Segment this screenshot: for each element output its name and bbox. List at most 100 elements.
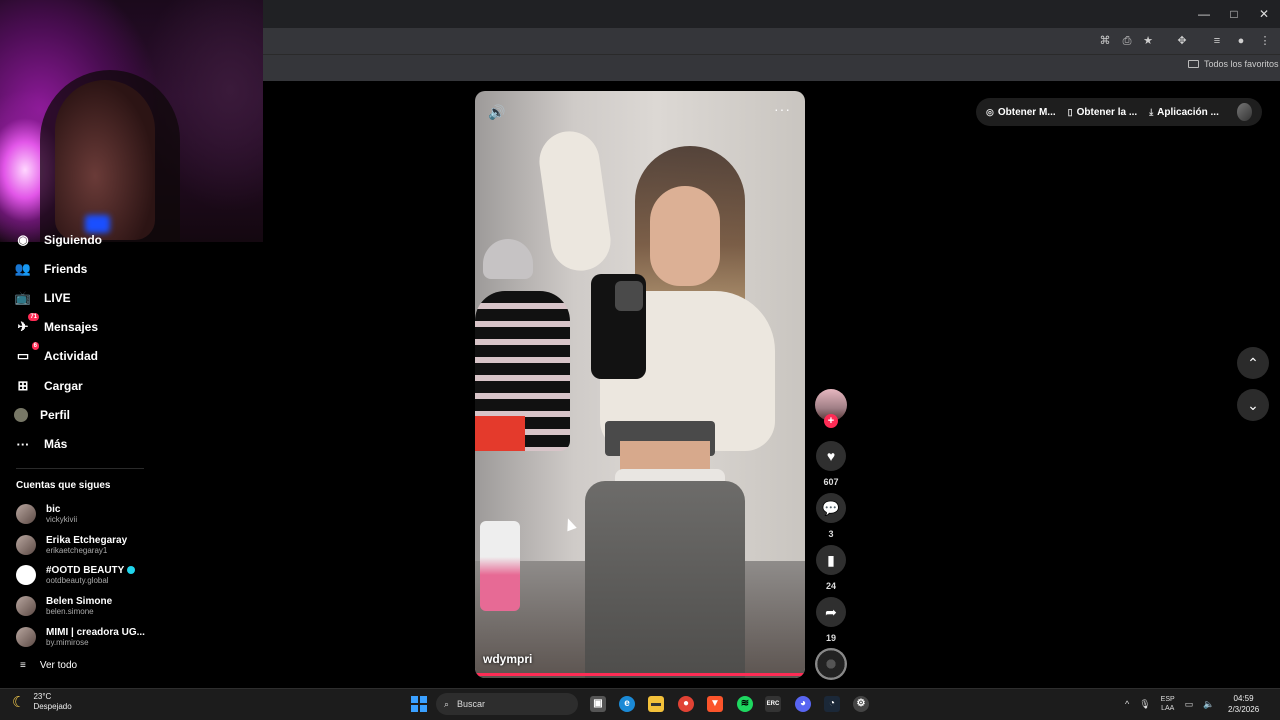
user-avatar[interactable] [1236, 103, 1252, 121]
messages-badge: 71 [28, 313, 39, 321]
sidebar-item-more[interactable]: ··· Más [14, 432, 68, 456]
sidebar-item-messages[interactable]: ✈ 71 Mensajes [14, 313, 98, 339]
previous-video-button[interactable]: ⌃ [1237, 347, 1269, 379]
language-code: ESP [1160, 696, 1175, 703]
music-disc-icon[interactable] [815, 648, 847, 680]
save-count: 24 [825, 581, 836, 591]
account-name: MIMI | creadora UG... [46, 626, 145, 638]
share-count: 19 [825, 633, 836, 643]
avatar [16, 535, 36, 555]
account-username: erikaetchegaray1 [46, 545, 108, 555]
video-shoes [480, 521, 520, 611]
following-account[interactable]: #OOTD BEAUTY ootdbeauty.global [16, 560, 136, 590]
next-video-button[interactable]: ⌄ [1237, 389, 1269, 421]
brave-icon[interactable]: ▼ [707, 696, 723, 712]
system-tray: ^ 🎙 ESP LAA ▭ 🔈 [1125, 695, 1214, 713]
minimize-button[interactable]: — [1196, 6, 1212, 22]
microphone-icon[interactable]: 🎙 [1139, 699, 1150, 710]
video-progress-bar[interactable] [475, 673, 805, 676]
all-bookmarks-label: Todos los favoritos [1204, 59, 1279, 69]
media-control-icon[interactable]: ≡ [1210, 34, 1224, 48]
account-name: bic [46, 503, 61, 515]
video-phone-camera [615, 281, 643, 311]
following-account[interactable]: MIMI | creadora UG... by.mimirose [16, 622, 145, 652]
sidebar-item-upload[interactable]: ⊞ Cargar [14, 374, 83, 398]
extensions-icon[interactable]: ✥ [1175, 34, 1189, 48]
volume-icon[interactable]: 🔊 [488, 104, 505, 121]
share-icon[interactable]: ➦ [816, 597, 846, 627]
following-account[interactable]: bic vickykivii [16, 499, 77, 529]
bookmark-star-icon[interactable]: ★ [1141, 34, 1155, 48]
sidebar-item-activity[interactable]: ▭ 6 Actividad [14, 342, 98, 368]
discord-icon[interactable]: ◕ [795, 696, 811, 712]
comment-icon[interactable]: 💬 [816, 493, 846, 523]
temperature: 23°C [33, 692, 52, 701]
like-action[interactable]: ♥ 607 [816, 441, 846, 487]
taskbar-search[interactable]: ⌕ Buscar [436, 693, 578, 715]
see-all-button[interactable]: ≡ Ver todo [20, 660, 77, 671]
file-explorer-icon[interactable]: ▬ [648, 696, 664, 712]
app-icon[interactable]: ⚙ [853, 696, 869, 712]
edge-icon[interactable]: e [619, 696, 635, 712]
download-app-label: Aplicación ... [1157, 106, 1219, 118]
video-raised-arm [535, 127, 615, 275]
get-coins-button[interactable]: ◎ Obtener M... [986, 107, 1056, 118]
chrome-icon[interactable]: ● [678, 696, 694, 712]
chevron-up-icon: ⌃ [1247, 354, 1259, 371]
video-player[interactable]: 🔊 ··· wdympri [475, 91, 805, 678]
following-icon: ◉ [17, 232, 29, 247]
get-app-button[interactable]: ▯ Obtener la ... [1068, 107, 1138, 118]
epic-games-icon[interactable]: ERC [765, 696, 781, 712]
spotify-icon[interactable]: ≋ [737, 696, 753, 712]
video-author[interactable]: wdympri [483, 652, 532, 666]
upload-icon: ⊞ [17, 378, 29, 393]
sidebar-item-label: Cargar [44, 379, 83, 393]
clock-time: 04:59 [1233, 694, 1254, 703]
comment-action[interactable]: 💬 3 [816, 493, 846, 539]
sidebar-item-profile[interactable]: Perfil [14, 403, 70, 427]
browser-menu-icon[interactable]: ⋮ [1258, 34, 1272, 48]
taskbar-clock[interactable]: 04:59 2/3/2026 [1228, 693, 1259, 715]
account-name: Erika Etchegaray [46, 534, 128, 546]
share-action[interactable]: ➦ 19 [816, 597, 846, 643]
translate-icon[interactable]: ⌘ [1098, 34, 1112, 48]
activity-badge: 6 [31, 342, 39, 350]
display-icon[interactable]: ▭ [1185, 699, 1194, 710]
chevron-up-icon[interactable]: ^ [1125, 699, 1129, 709]
sidebar-item-live[interactable]: 📺 LIVE [14, 286, 71, 310]
get-coins-label: Obtener M... [997, 106, 1056, 118]
download-app-button[interactable]: ⤓ Aplicación ... [1149, 107, 1219, 118]
task-view-icon[interactable]: ▣ [590, 696, 606, 712]
sidebar-item-label: Más [44, 437, 68, 451]
sidebar-item-friends[interactable]: 👥 Friends [14, 257, 87, 281]
video-red-item [475, 416, 525, 451]
bookmark-icon[interactable]: ▮ [816, 545, 846, 575]
follow-plus-icon[interactable]: + [824, 414, 838, 428]
video-face [650, 186, 720, 286]
speaker-icon[interactable]: 🔈 [1203, 699, 1214, 710]
all-bookmarks-folder[interactable]: Todos los favoritos [1188, 59, 1279, 69]
profile-avatar-icon[interactable]: ● [1234, 34, 1248, 48]
account-username: ootdbeauty.global [46, 575, 109, 585]
account-username: vickykivii [46, 514, 78, 524]
following-accounts-title: Cuentas que sigues [16, 480, 111, 491]
windows-taskbar [0, 688, 1280, 720]
following-account[interactable]: Erika Etchegaray erikaetchegaray1 [16, 530, 127, 560]
weather-widget[interactable]: ☾ 23°C Despejado [12, 692, 72, 712]
install-icon[interactable]: ⎙ [1120, 34, 1134, 48]
comment-count: 3 [828, 529, 834, 539]
video-hat [483, 239, 533, 279]
sidebar-item-following[interactable]: ◉ Siguiendo [14, 228, 102, 252]
avatar [16, 596, 36, 616]
weather-condition: Despejado [33, 702, 72, 711]
maximize-button[interactable]: □ [1226, 6, 1242, 22]
avatar [16, 627, 36, 647]
steam-icon[interactable]: ◔ [824, 696, 840, 712]
save-action[interactable]: ▮ 24 [816, 545, 846, 591]
following-account[interactable]: Belen Simone belen.simone [16, 591, 112, 621]
heart-icon[interactable]: ♥ [816, 441, 846, 471]
more-options-icon[interactable]: ··· [774, 101, 791, 117]
language-indicator[interactable]: ESP LAA [1161, 695, 1175, 713]
close-window-button[interactable]: ✕ [1256, 6, 1272, 22]
start-button[interactable] [411, 696, 427, 712]
